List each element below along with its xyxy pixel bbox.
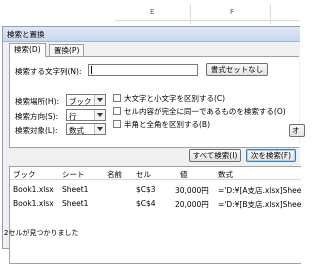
result-formula: ='D:¥[B支店.xlsx]Shee <box>218 200 302 209</box>
match-byte-label: 半角と全角を区別する(B) <box>124 120 210 129</box>
text-cursor <box>91 66 92 74</box>
match-entire-cell-checkbox[interactable] <box>113 107 121 115</box>
options-button[interactable]: オ <box>289 124 305 137</box>
dialog-titlebar[interactable]: 検索と置換 <box>3 27 300 42</box>
column-header-spacer <box>0 5 110 19</box>
chevron-down-icon <box>94 110 105 120</box>
result-cell: $C$4 <box>136 199 156 208</box>
find-what-label: 検索する文字列(N): <box>15 67 82 76</box>
result-book: Book1.xlsx <box>13 199 54 208</box>
grid-line <box>270 4 271 24</box>
grid-line <box>115 20 300 21</box>
search-results-list: ブック シート 名前 セル 値 数式 Book1.xlsx Sheet1 $C$… <box>9 166 301 264</box>
match-byte-checkbox[interactable] <box>113 120 121 128</box>
format-button[interactable]: 書式セットなし <box>206 63 268 76</box>
result-value: 20,000円 <box>175 200 209 209</box>
match-entire-cell-label: セル内容が完全に同一であるものを検索する(O) <box>124 107 286 116</box>
header-divider <box>10 179 301 180</box>
result-value: 30,000円 <box>175 186 209 195</box>
dialog-title: 検索と置換 <box>7 30 45 39</box>
tab-replace[interactable]: 置換(P) <box>49 44 85 56</box>
result-book: Book1.xlsx <box>13 185 54 194</box>
search-direction-select[interactable]: 行 <box>66 109 106 121</box>
spreadsheet-background: E F <box>0 0 300 26</box>
find-options-panel: 検索する文字列(N): 書式セットなし 検索場所(H): ブック 検索方向(S)… <box>9 56 305 148</box>
table-row[interactable]: Book1.xlsx Sheet1 $C$3 30,000円 ='D:¥[A支店… <box>10 184 301 196</box>
result-sheet: Sheet1 <box>62 199 89 208</box>
result-sheet: Sheet1 <box>62 185 89 194</box>
within-value: ブック <box>69 97 92 106</box>
look-in-value: 数式 <box>69 126 84 135</box>
find-what-input[interactable] <box>88 64 198 76</box>
grid-line <box>190 4 191 24</box>
search-direction-value: 行 <box>69 112 77 121</box>
find-next-button[interactable]: 次を検索(F) <box>246 149 296 162</box>
search-direction-label: 検索方向(S): <box>15 112 59 121</box>
match-case-checkbox[interactable] <box>113 94 121 102</box>
find-replace-dialog: 検索と置換 検索(D) 置換(P) 検索する文字列(N): 書式セットなし 検索… <box>2 26 305 264</box>
result-formula: ='D:¥[A支店.xlsx]Shee <box>218 186 302 195</box>
table-row[interactable]: Book1.xlsx Sheet1 $C$4 20,000円 ='D:¥[B支店… <box>10 198 301 210</box>
chevron-down-icon <box>94 124 105 134</box>
within-label: 検索場所(H): <box>15 97 60 106</box>
tab-find[interactable]: 検索(D) <box>9 43 46 57</box>
column-header-f[interactable]: F <box>230 8 234 16</box>
look-in-select[interactable]: 数式 <box>66 123 106 135</box>
column-header-row: E F <box>0 0 300 26</box>
look-in-label: 検索対象(L): <box>15 126 58 135</box>
column-header-e[interactable]: E <box>150 8 154 16</box>
chevron-down-icon <box>94 95 105 105</box>
status-text: 2セルが見つかりました <box>4 229 79 237</box>
result-cell: $C$3 <box>136 185 156 194</box>
match-case-label: 大文字と小文字を区別する(C) <box>124 94 226 103</box>
within-select[interactable]: ブック <box>66 94 106 106</box>
find-all-button[interactable]: すべて検索(I) <box>189 149 241 162</box>
